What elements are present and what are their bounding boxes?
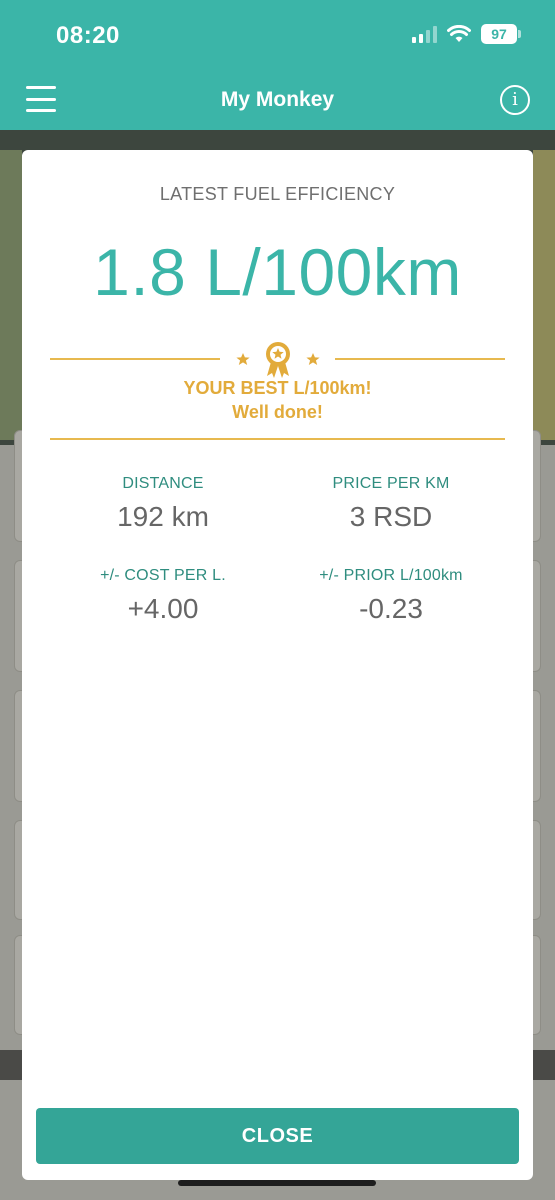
status-bar: 08:20 97: [0, 0, 555, 72]
gold-divider: [50, 438, 505, 440]
fuel-efficiency-value: 1.8 L/100km: [93, 235, 462, 309]
background-photo-edge-left: [0, 150, 22, 440]
fuel-efficiency-modal: LATEST FUEL EFFICIENCY 1.8 L/100km YOUR …: [22, 150, 533, 1180]
signal-icon: [412, 25, 437, 43]
award-ribbon-icon: [235, 342, 320, 378]
status-time: 08:20: [56, 22, 120, 49]
wifi-icon: [447, 25, 471, 42]
best-message: YOUR BEST L/100km! Well done!: [22, 376, 533, 424]
stat-value: 3 RSD: [349, 501, 433, 532]
stat-label: +/- PRIOR L/100km: [319, 567, 463, 584]
best-message-line1: YOUR BEST L/100km!: [183, 378, 372, 398]
close-button[interactable]: CLOSE: [36, 1108, 519, 1164]
star-icon: [305, 353, 320, 365]
star-icon: [235, 353, 250, 365]
home-indicator: [178, 1180, 376, 1186]
background-photo-edge-right: [533, 150, 555, 440]
stat-value: +4.00: [127, 593, 199, 624]
modal-header: LATEST FUEL EFFICIENCY: [159, 184, 396, 204]
stat-label: PRICE PER KM: [332, 475, 450, 492]
battery-icon: 97: [481, 24, 521, 44]
stat-value: -0.23: [359, 593, 423, 624]
best-award-row: [50, 340, 505, 380]
stat-prior-efficiency: +/- PRIOR L/100km -0.23: [276, 567, 506, 625]
stat-label: +/- COST PER L.: [100, 567, 226, 584]
stat-value: 192 km: [117, 501, 209, 532]
info-icon[interactable]: i: [500, 85, 530, 115]
stat-price-per-km: PRICE PER KM 3 RSD: [276, 475, 506, 533]
gold-line-right: [335, 358, 505, 360]
stat-cost-per-liter: +/- COST PER L. +4.00: [48, 567, 278, 625]
app-bar: My Monkey i: [0, 72, 555, 130]
stat-label: DISTANCE: [122, 475, 204, 492]
best-message-line2: Well done!: [232, 402, 323, 422]
app-title: My Monkey: [220, 88, 335, 111]
status-icons: 97: [412, 24, 521, 44]
stat-distance: DISTANCE 192 km: [48, 475, 278, 533]
gold-line-left: [50, 358, 220, 360]
